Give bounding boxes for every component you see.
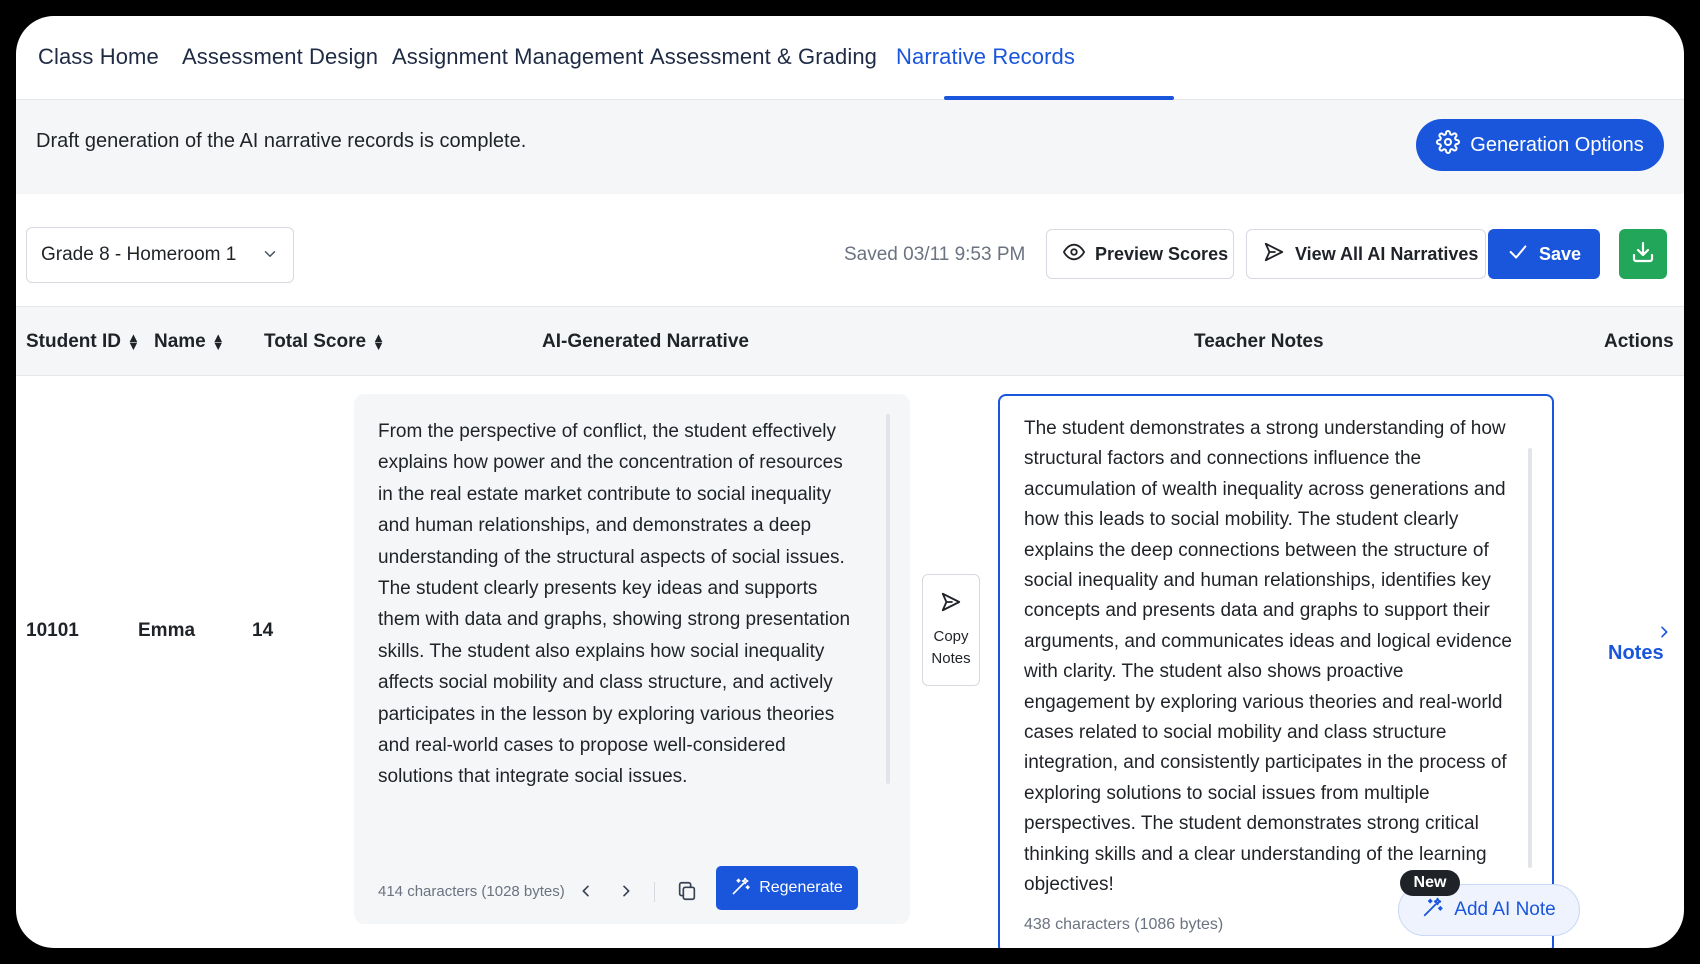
chevron-left-icon[interactable] [576, 881, 596, 901]
class-select[interactable]: Grade 8 - Homeroom 1 [26, 227, 294, 283]
tab-assessment-grading[interactable]: Assessment & Grading [650, 44, 877, 70]
save-label: Save [1538, 243, 1582, 264]
name-header-label: Name [154, 331, 206, 352]
notes-char-count: 438 characters (1086 bytes) [1024, 916, 1224, 933]
total-score-header-label: Total Score [264, 331, 367, 352]
copy-notes-label-line2: Notes [931, 649, 971, 667]
tab-assignment-management[interactable]: Assignment Management [392, 44, 644, 70]
teacher-notes-scrollbar[interactable] [1528, 448, 1532, 868]
check-icon [1507, 241, 1529, 268]
name-cell: Emma [138, 620, 196, 641]
preview-scores-button[interactable]: Preview Scores [1046, 229, 1234, 279]
status-banner: Draft generation of the AI narrative rec… [16, 100, 1684, 194]
view-all-narratives-button[interactable]: View All AI Narratives [1246, 229, 1486, 279]
column-header-total-score[interactable]: Total Score ▲ ▼ [264, 331, 385, 353]
column-header-ai-narrative: AI-Generated Narrative [542, 331, 749, 352]
ai-narrative-text: From the perspective of conflict, the st… [378, 421, 851, 788]
tab-narrative-records[interactable]: Narrative Records [896, 44, 1075, 70]
eye-icon [1063, 241, 1085, 268]
column-header-teacher-notes: Teacher Notes [1194, 331, 1324, 352]
magic-wand-icon [731, 876, 751, 901]
sort-icon[interactable]: ▲ ▼ [372, 331, 385, 352]
save-button[interactable]: Save [1488, 229, 1600, 279]
generation-options-label: Generation Options [1470, 133, 1644, 156]
send-icon [1263, 241, 1285, 268]
tab-assessment-design[interactable]: Assessment Design [182, 44, 378, 70]
teacher-notes-textarea[interactable]: The student demonstrates a strong unders… [998, 394, 1554, 948]
preview-scores-label: Preview Scores [1095, 243, 1229, 264]
table-header: Student ID ▲ ▼ Name ▲ ▼ Total Score ▲ ▼ AI-… [16, 306, 1684, 376]
magic-wand-icon [1422, 896, 1444, 924]
footer-divider [654, 882, 655, 902]
tab-class-home[interactable]: Class Home [38, 44, 159, 70]
generation-options-button[interactable]: Generation Options [1416, 119, 1664, 171]
regenerate-label: Regenerate [759, 879, 843, 896]
app-screen: Class Home Assessment Design Assignment … [16, 16, 1684, 948]
send-icon [940, 591, 962, 620]
copy-icon[interactable] [676, 880, 698, 907]
sort-icon[interactable]: ▲ ▼ [127, 331, 140, 352]
banner-message: Draft generation of the AI narrative rec… [36, 130, 527, 152]
sort-icon[interactable]: ▲ ▼ [212, 331, 225, 352]
chevron-down-icon [261, 245, 279, 269]
new-badge: New [1400, 870, 1460, 896]
ai-char-count: 414 characters (1028 bytes) [378, 882, 565, 900]
ai-narrative-scrollbar[interactable] [886, 414, 890, 784]
saved-status: Saved 03/11 9:53 PM [844, 244, 1026, 265]
device-frame: Class Home Assessment Design Assignment … [0, 0, 1700, 964]
teacher-notes-text[interactable]: The student demonstrates a strong unders… [1024, 414, 1514, 901]
ai-narrative-panel: From the perspective of conflict, the st… [354, 394, 910, 924]
copy-notes-label-line1: Copy [933, 627, 969, 645]
download-button[interactable] [1619, 229, 1667, 279]
class-select-value: Grade 8 - Homeroom 1 [41, 244, 237, 265]
notes-action-link[interactable]: Notes [1608, 642, 1664, 665]
total-score-cell: 14 [252, 620, 274, 641]
column-header-name[interactable]: Name ▲ ▼ [154, 331, 225, 353]
chevron-right-icon[interactable] [616, 881, 636, 901]
download-icon [1631, 240, 1655, 269]
add-ai-note-label: Add AI Note [1454, 899, 1556, 920]
top-tab-bar: Class Home Assessment Design Assignment … [16, 16, 1684, 100]
student-id-header-label: Student ID [26, 331, 121, 352]
copy-notes-button[interactable]: Copy Notes [922, 574, 980, 686]
student-id-cell: 10101 [26, 620, 79, 641]
column-header-actions: Actions [1604, 331, 1674, 352]
regenerate-button[interactable]: Regenerate [716, 866, 858, 910]
column-header-student-id[interactable]: Student ID ▲ ▼ [26, 331, 140, 353]
gear-icon [1436, 130, 1461, 160]
view-all-narratives-label: View All AI Narratives [1295, 243, 1479, 264]
